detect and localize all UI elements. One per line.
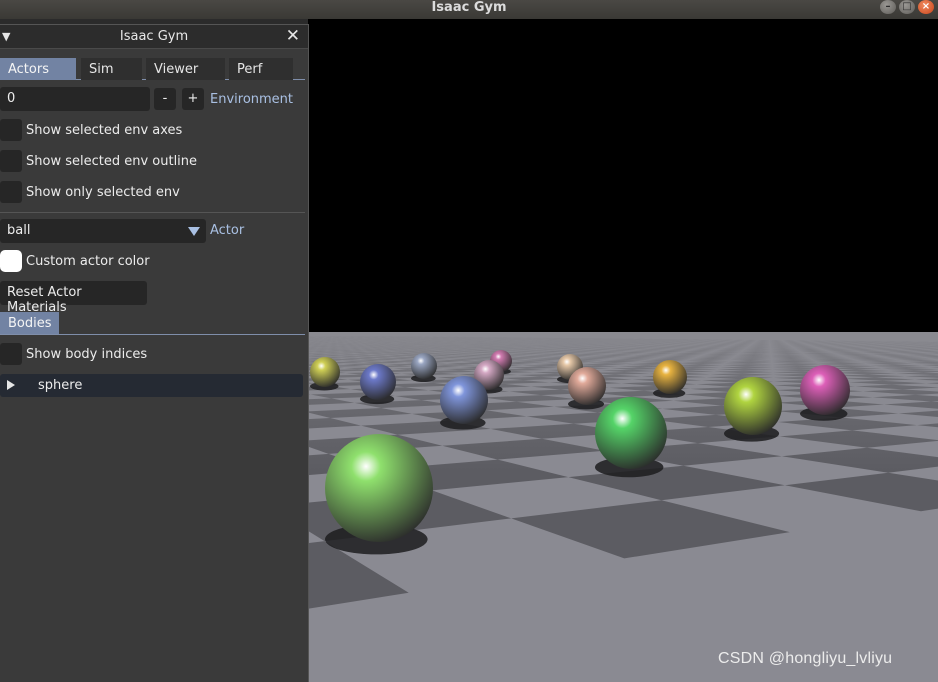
maximize-button[interactable]: □ (899, 0, 915, 14)
3d-viewport[interactable] (308, 19, 938, 682)
show-only-selected-env-checkbox[interactable] (0, 181, 22, 203)
sky-background (308, 19, 938, 332)
actor-label: Actor (210, 223, 245, 238)
ball[interactable] (411, 353, 437, 379)
ball[interactable] (653, 360, 687, 394)
show-only-selected-env-label: Show only selected env (26, 185, 180, 200)
tab-viewer[interactable]: Viewer (146, 58, 225, 80)
isaac-gym-panel: ▼ Isaac Gym ✕ Actors Sim Viewer Perf 0 -… (0, 24, 309, 682)
ball[interactable] (800, 365, 850, 415)
panel-title: Isaac Gym (119, 29, 189, 44)
ball[interactable] (360, 364, 396, 400)
ball[interactable] (325, 434, 433, 542)
tab-actors[interactable]: Actors (0, 58, 76, 80)
show-env-outline-label: Show selected env outline (26, 154, 198, 169)
ball[interactable] (595, 397, 667, 469)
bodies-divider (0, 334, 305, 335)
actor-dropdown[interactable]: ball (0, 219, 206, 243)
tree-node-label: sphere (38, 378, 83, 393)
chevron-down-icon[interactable] (188, 227, 200, 236)
ball[interactable] (440, 376, 488, 424)
tab-perf[interactable]: Perf (229, 58, 293, 80)
show-env-axes-checkbox[interactable] (0, 119, 22, 141)
environment-decrement-button[interactable]: - (154, 88, 176, 110)
window-close-button[interactable]: × (918, 0, 934, 14)
section-divider (0, 212, 305, 213)
window-titlebar: Isaac Gym – □ × (0, 0, 938, 19)
show-env-outline-checkbox[interactable] (0, 150, 22, 172)
ball[interactable] (724, 377, 782, 435)
triangle-right-icon[interactable] (7, 380, 15, 390)
environment-increment-button[interactable]: + (182, 88, 204, 110)
panel-header[interactable]: ▼ Isaac Gym ✕ (0, 25, 308, 49)
show-body-indices-checkbox[interactable] (0, 343, 22, 365)
tree-node-sphere[interactable]: sphere (0, 374, 303, 397)
environment-label: Environment (210, 92, 294, 107)
minimize-button[interactable]: – (880, 0, 896, 14)
watermark: CSDN @hongliyu_lvliyu (718, 650, 893, 667)
show-env-axes-label: Show selected env axes (26, 123, 183, 138)
scene-canvas[interactable] (308, 19, 938, 682)
ball[interactable] (310, 357, 340, 387)
environment-input[interactable]: 0 (0, 87, 150, 111)
window-title: Isaac Gym (431, 0, 507, 15)
tab-sim[interactable]: Sim (81, 58, 142, 80)
window-controls: – □ × (880, 0, 934, 14)
custom-actor-color-label: Custom actor color (26, 254, 150, 269)
actor-color-swatch[interactable] (0, 250, 22, 272)
close-icon[interactable]: ✕ (286, 26, 300, 46)
tab-bar: Actors Sim Viewer Perf (0, 58, 305, 80)
ball[interactable] (568, 367, 606, 405)
reset-actor-materials-button[interactable]: Reset Actor Materials (0, 281, 147, 315)
show-body-indices-label: Show body indices (26, 347, 148, 362)
actor-dropdown-value: ball (7, 223, 31, 238)
bodies-header[interactable]: Bodies (0, 312, 59, 334)
